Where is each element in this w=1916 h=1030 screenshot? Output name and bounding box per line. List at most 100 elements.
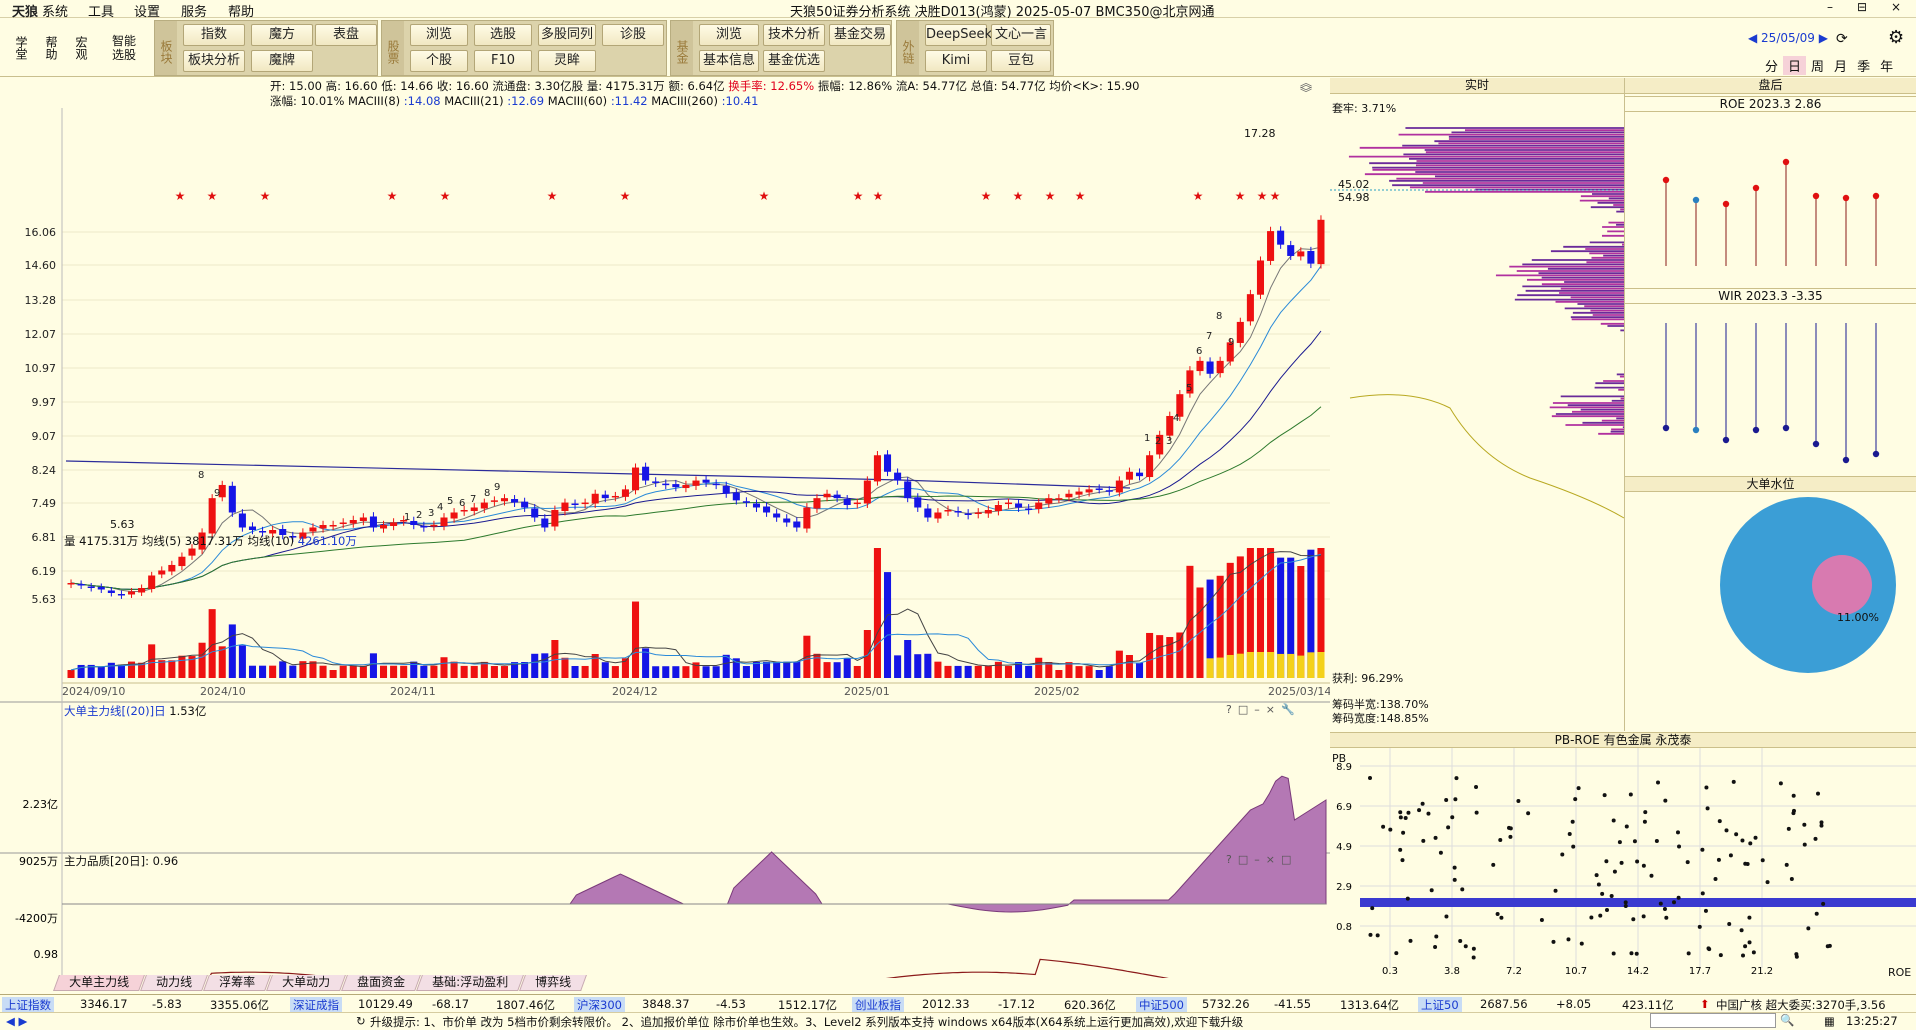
pb-axis-label: PB [1332,752,1346,765]
scatter-point [1434,935,1438,939]
smart-select-button[interactable]: 智能选股 [104,21,144,75]
volume-bar [430,666,437,678]
index-button[interactable]: 指数 [183,24,245,46]
fund-trade-button[interactable]: 基金交易 [829,24,891,46]
fund-browse-button[interactable]: 浏览 [699,24,759,46]
menu-service[interactable]: 服务 [181,1,207,20]
help-button[interactable]: 帮助 [40,21,62,75]
menu-help[interactable]: 帮助 [228,1,254,20]
price-tick-label: 9.07 [32,430,57,443]
sz-index-name[interactable]: 深证成指 [290,997,342,1013]
date-nav[interactable]: ◀ 25/05/09 ▶ [1748,31,1828,45]
sh50-amount: 423.11亿 [1622,997,1674,1013]
date-tick-label: 2025/01 [844,685,890,698]
tab-float[interactable]: 浮筹率 [203,975,271,991]
candle-body [773,514,780,518]
diagnose-button[interactable]: 诊股 [602,24,664,46]
news-ticker[interactable]: 中国广核 超大委买:3270手,3.56 [1716,997,1886,1013]
tab-float-profit[interactable]: 基础:浮动盈利 [416,975,524,991]
scatter-point [1453,878,1457,882]
search-input[interactable] [1650,1013,1776,1028]
mopai-button[interactable]: 魔牌 [251,50,313,72]
mofang-button[interactable]: 魔方 [251,24,313,46]
panel-controls-1[interactable]: ?□–×🔧 [1226,703,1301,716]
restore-icon[interactable]: ⊟ [1850,0,1874,14]
sh-index-name[interactable]: 上证指数 [2,997,54,1013]
sector-analysis-button[interactable]: 板块分析 [183,50,245,72]
candle-body [733,493,740,500]
period-quarter[interactable]: 季 [1852,56,1875,75]
candle-body [128,592,135,595]
single-stock-button[interactable]: 个股 [410,50,468,72]
scatter-point [1509,826,1513,830]
calculator-icon[interactable]: ▦ [1824,1014,1835,1028]
gear-icon[interactable]: ⚙ [1888,27,1904,48]
wenxin-button[interactable]: 文心一言 [991,24,1051,46]
tech-analysis-button[interactable]: 技术分析 [763,24,825,46]
kimi-button[interactable]: Kimi [925,50,987,72]
scatter-point [1687,951,1691,955]
basic-info-button[interactable]: 基本信息 [699,50,759,72]
scatter-point [1598,914,1602,918]
candle-body [1055,498,1062,500]
period-min[interactable]: 分 [1760,56,1783,75]
learn-button[interactable]: 学堂 [10,21,32,75]
macro-button[interactable]: 宏观 [70,21,92,75]
scatter-point [1368,776,1372,780]
sequence-count-label: 8 [1216,311,1222,322]
tab-big-power[interactable]: 大单动力 [266,975,346,991]
panel-controls-2[interactable]: ?□–×□ [1226,853,1297,866]
csi500-name[interactable]: 中证500 [1136,997,1187,1013]
f10-button[interactable]: F10 [474,50,532,72]
minimize-icon[interactable]: – [1818,0,1842,14]
candle-body [430,525,437,527]
signal-star-icon: ★ [873,189,884,203]
gem-index-name[interactable]: 创业板指 [852,997,904,1013]
tab-capital[interactable]: 盘面资金 [341,975,421,991]
stock-select-button[interactable]: 选股 [474,24,532,46]
period-day[interactable]: 日 [1783,56,1806,75]
volume-bar [672,666,679,678]
sequence-count-label: 9 [214,488,220,499]
period-week[interactable]: 周 [1806,56,1829,75]
gem-index-amount: 620.36亿 [1064,997,1116,1013]
scatter-point [1642,864,1646,868]
toolbar: 学堂 帮助 宏观 智能选股 板块 指数 魔方 表盘 板块分析 魔牌 股票 浏览 … [0,19,1916,77]
scatter-point [1704,909,1708,913]
close-icon[interactable]: × [1884,0,1908,14]
menu-tools[interactable]: 工具 [88,1,114,20]
scatter-point [1785,863,1789,867]
scatter-point [1540,918,1544,922]
scatter-point [1388,828,1392,832]
scatter-point [1727,922,1731,926]
sequence-count-label: 2 [416,510,422,521]
menu-system[interactable]: 系统 [42,1,68,20]
sh50-name[interactable]: 上证50 [1418,997,1462,1013]
period-month[interactable]: 月 [1829,56,1852,75]
dial-button[interactable]: 表盘 [315,24,377,46]
main-chart-area[interactable]: ★ ★ ★ ★ ★ ★ ★ ★ ★ ★ ★ ★ ★ ★ ★ ★ ★ ★ 16.0614.6013.2812.071… [0,78,1330,978]
hs300-name[interactable]: 沪深300 [574,997,625,1013]
doubao-button[interactable]: 豆包 [991,50,1051,72]
high-price-label: 17.28 [1244,127,1276,140]
tab-game[interactable]: 博弈线 [519,975,587,991]
period-year[interactable]: 年 [1875,56,1898,75]
lingmou-button[interactable]: 灵眸 [538,50,596,72]
candle-body [813,498,820,508]
menu-settings[interactable]: 设置 [134,1,160,20]
deepseek-button[interactable]: DeepSeek [925,24,987,46]
candle-body [1126,472,1133,480]
tab-main-force[interactable]: 大单主力线 [53,975,145,991]
tab-power[interactable]: 动力线 [140,975,208,991]
candle-body [582,503,589,505]
refresh-icon[interactable]: ⟳ [1836,31,1848,47]
search-icon[interactable]: 🔍 [1780,1013,1794,1027]
gem-index-value: 2012.33 [922,997,970,1011]
stock-browse-button[interactable]: 浏览 [410,24,468,46]
candle-body [551,510,558,527]
collapse-icon[interactable]: ︽ ︾ [1300,78,1312,98]
scroll-arrows-icon[interactable]: ◀ ▶ [6,1014,27,1028]
scatter-point [1618,840,1622,844]
fund-select-button[interactable]: 基金优选 [763,50,825,72]
multi-stock-button[interactable]: 多股同列 [538,24,596,46]
